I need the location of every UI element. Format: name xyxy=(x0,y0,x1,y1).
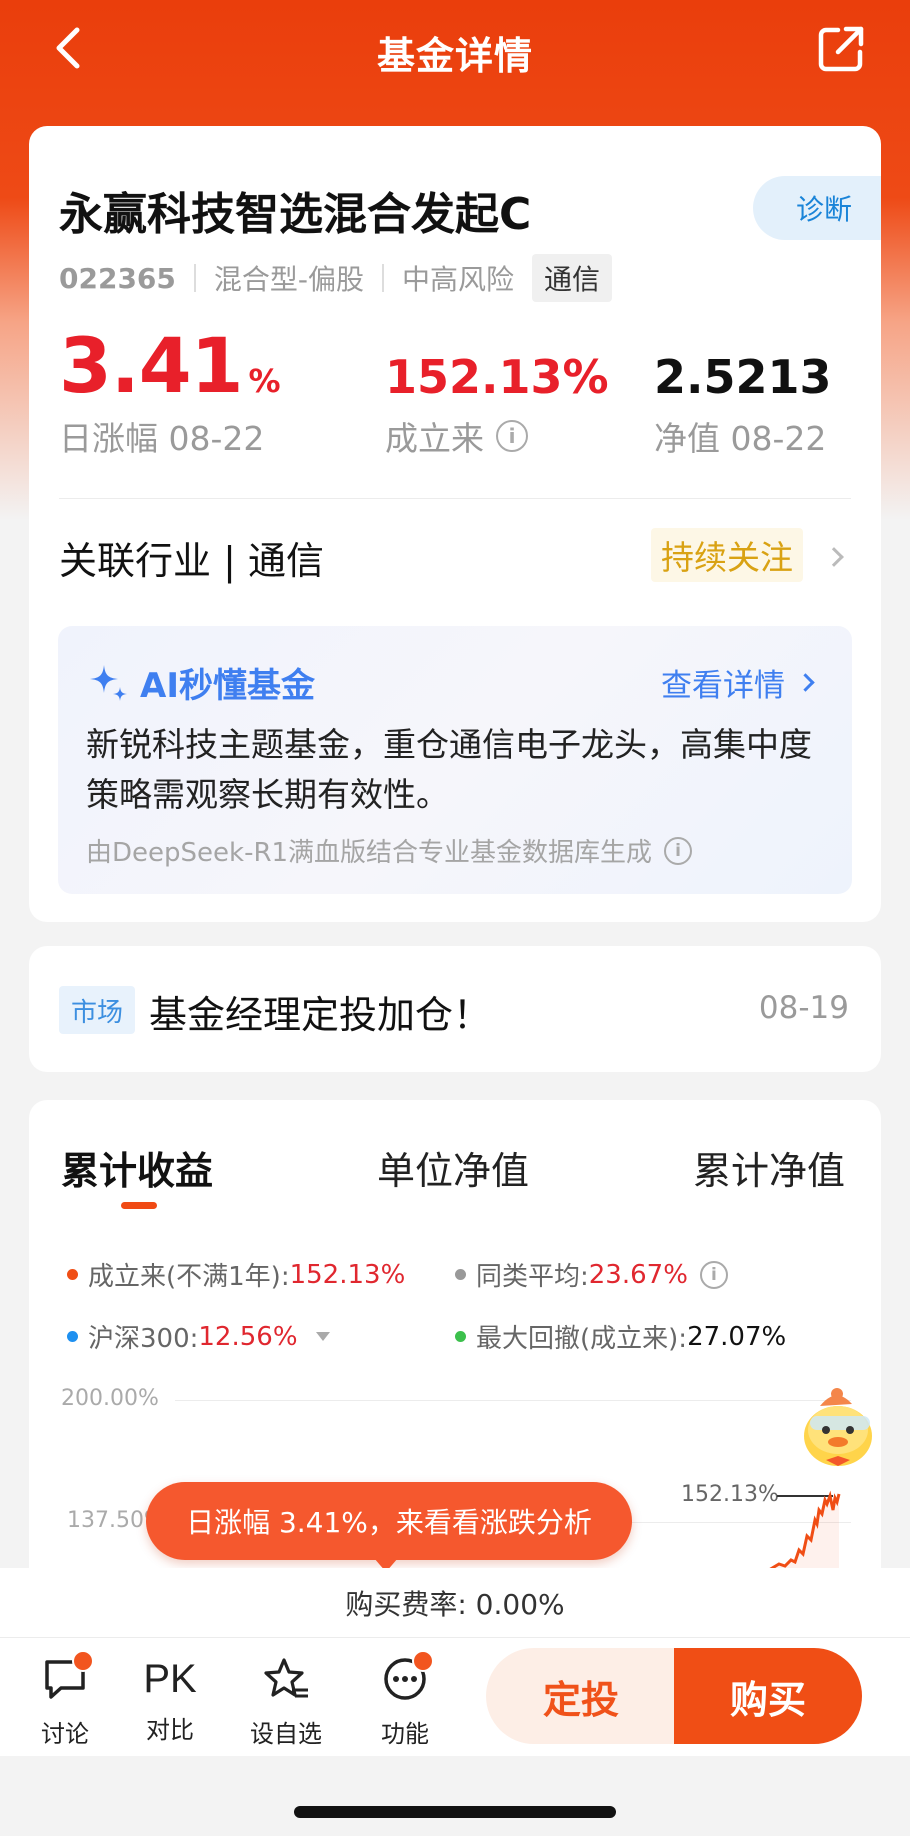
tab-unit-nav[interactable]: 单位净值 xyxy=(377,1140,529,1195)
bottom-action-bar: 讨论 PK 对比 设自选 功能 定投 购买 xyxy=(0,1638,910,1756)
follow-tag[interactable]: 持续关注 xyxy=(651,528,803,582)
notification-badge xyxy=(412,1650,434,1672)
buy-button[interactable]: 购买 xyxy=(674,1648,862,1744)
info-icon[interactable]: i xyxy=(496,420,528,452)
fund-tags: 022365 混合型-偏股 中高风险 通信 xyxy=(59,254,613,302)
nav-label: 净值 08-22 xyxy=(654,419,827,458)
page-title: 基金详情 xyxy=(376,33,533,78)
divider xyxy=(59,498,851,499)
legend-label: 成立来(不满1年): xyxy=(88,1262,290,1292)
back-button[interactable] xyxy=(40,22,96,78)
tag-separator xyxy=(193,264,196,292)
home-indicator-area xyxy=(0,1756,910,1836)
news-headline: 基金经理定投加仓！ xyxy=(149,993,492,1037)
since-inception-stat: 152.13% 成立来 i xyxy=(385,348,609,460)
fund-line-area xyxy=(769,1494,839,1570)
action-label: 功能 xyxy=(381,1720,429,1748)
mascot-icon[interactable] xyxy=(790,1380,890,1480)
pk-icon: PK xyxy=(143,1657,197,1701)
legend-dot xyxy=(67,1331,78,1342)
daily-change-value: 3.41 xyxy=(59,321,244,410)
ai-title-text: AI秒懂基金 xyxy=(140,666,315,706)
related-industry[interactable]: 关联行业 | 通信 xyxy=(59,530,324,585)
ai-view-details-label: 查看详情 xyxy=(661,668,785,704)
sparkle-icon xyxy=(86,661,130,705)
grid-line xyxy=(175,1400,851,1401)
legend-max-drawdown: 最大回撤(成立来): 27.07% xyxy=(455,1318,786,1355)
legend-value: 12.56% xyxy=(198,1321,298,1352)
legend-label: 沪深300: xyxy=(88,1324,199,1354)
legend-label: 同类平均: xyxy=(476,1262,589,1292)
action-label: 对比 xyxy=(146,1716,194,1744)
info-icon[interactable]: i xyxy=(699,1260,728,1289)
ai-summary-box[interactable]: AI秒懂基金 查看详情 新锐科技主题基金，重仓通信电子龙头，高集中度策略需观察长… xyxy=(58,626,852,894)
dropdown-arrow-icon[interactable] xyxy=(315,1332,330,1341)
daily-change-label: 日涨幅 08-22 xyxy=(59,419,265,458)
fund-risk: 中高风险 xyxy=(402,263,515,296)
tab-cumulative-return[interactable]: 累计收益 xyxy=(61,1140,213,1195)
tab-cumulative-nav[interactable]: 累计净值 xyxy=(693,1140,845,1195)
change-analysis-tooltip[interactable]: 日涨幅 3.41%，来看看涨跌分析 xyxy=(146,1482,632,1560)
fund-summary-card: 永赢科技智选混合发起C 诊断 022365 混合型-偏股 中高风险 通信 3.4… xyxy=(29,126,881,624)
ai-summary-card: AI秒懂基金 查看详情 新锐科技主题基金，重仓通信电子龙头，高集中度策略需观察长… xyxy=(29,624,881,922)
nav-stat: 2.5213 净值 08-22 xyxy=(654,348,832,460)
legend-value: 23.67% xyxy=(588,1259,688,1290)
ai-view-details[interactable]: 查看详情 xyxy=(661,660,815,705)
ai-title: AI秒懂基金 xyxy=(86,658,315,707)
action-add-watchlist[interactable]: 设自选 xyxy=(241,1656,331,1749)
fund-name: 永赢科技智选混合发起C xyxy=(59,189,532,240)
news-tag: 市场 xyxy=(59,986,136,1034)
nav-value: 2.5213 xyxy=(654,350,832,404)
news-date: 08-19 xyxy=(758,990,849,1026)
legend-dot xyxy=(67,1269,78,1280)
info-icon[interactable]: i xyxy=(664,836,693,865)
legend-hs300[interactable]: 沪深300: 12.56% xyxy=(67,1318,330,1355)
fund-return-line xyxy=(769,1490,841,1570)
share-icon xyxy=(816,24,866,78)
chevron-right-icon xyxy=(796,673,815,692)
notification-badge xyxy=(72,1650,94,1672)
ai-summary-text: 新锐科技主题基金，重仓通信电子龙头，高集中度策略需观察长期有效性。 xyxy=(86,725,812,814)
legend-category-average: 同类平均: 23.67% i xyxy=(455,1256,728,1293)
end-value-label: 152.13% xyxy=(681,1482,779,1507)
news-card[interactable]: 市场 基金经理定投加仓！ 08-19 xyxy=(29,946,881,1072)
legend-value: 27.07% xyxy=(687,1321,787,1352)
auto-invest-button[interactable]: 定投 xyxy=(486,1648,676,1744)
fund-code: 022365 xyxy=(59,261,176,295)
top-nav-bar: 基金详情 xyxy=(0,0,910,104)
ai-source-note: 由DeepSeek-R1满血版结合专业基金数据库生成 i xyxy=(86,832,693,869)
legend-since-inception: 成立来(不满1年): 152.13% xyxy=(67,1256,405,1293)
legend-dot xyxy=(455,1331,466,1342)
chevron-right-icon[interactable] xyxy=(824,547,844,567)
action-more[interactable]: 功能 xyxy=(360,1650,450,1749)
action-compare[interactable]: PK 对比 xyxy=(125,1656,215,1745)
star-list-icon xyxy=(262,1656,310,1706)
y-tick-label: 200.00% xyxy=(61,1386,159,1411)
action-label: 讨论 xyxy=(41,1720,89,1748)
daily-change-unit: % xyxy=(248,362,281,400)
ai-source-text: 由DeepSeek-R1满血版结合专业基金数据库生成 xyxy=(86,838,653,868)
chevron-left-icon xyxy=(53,26,83,74)
share-button[interactable] xyxy=(810,20,872,82)
purchase-fee: 购买费率: 0.00% xyxy=(0,1568,910,1638)
home-indicator[interactable] xyxy=(294,1806,616,1818)
since-inception-label: 成立来 xyxy=(385,419,484,458)
fund-type: 混合型-偏股 xyxy=(213,263,365,296)
diagnose-button[interactable]: 诊断 xyxy=(753,176,881,240)
tab-underline xyxy=(121,1202,157,1209)
industry-tag[interactable]: 通信 xyxy=(532,254,613,302)
legend-dot xyxy=(455,1269,466,1280)
action-discuss[interactable]: 讨论 xyxy=(20,1650,110,1749)
since-inception-value: 152.13% xyxy=(385,350,609,404)
legend-value: 152.13% xyxy=(289,1259,406,1290)
action-label: 设自选 xyxy=(250,1720,322,1748)
daily-change-stat: 3.41% 日涨幅 08-22 xyxy=(59,326,281,460)
legend-label: 最大回撤(成立来): xyxy=(476,1324,688,1354)
tag-separator xyxy=(382,264,385,292)
